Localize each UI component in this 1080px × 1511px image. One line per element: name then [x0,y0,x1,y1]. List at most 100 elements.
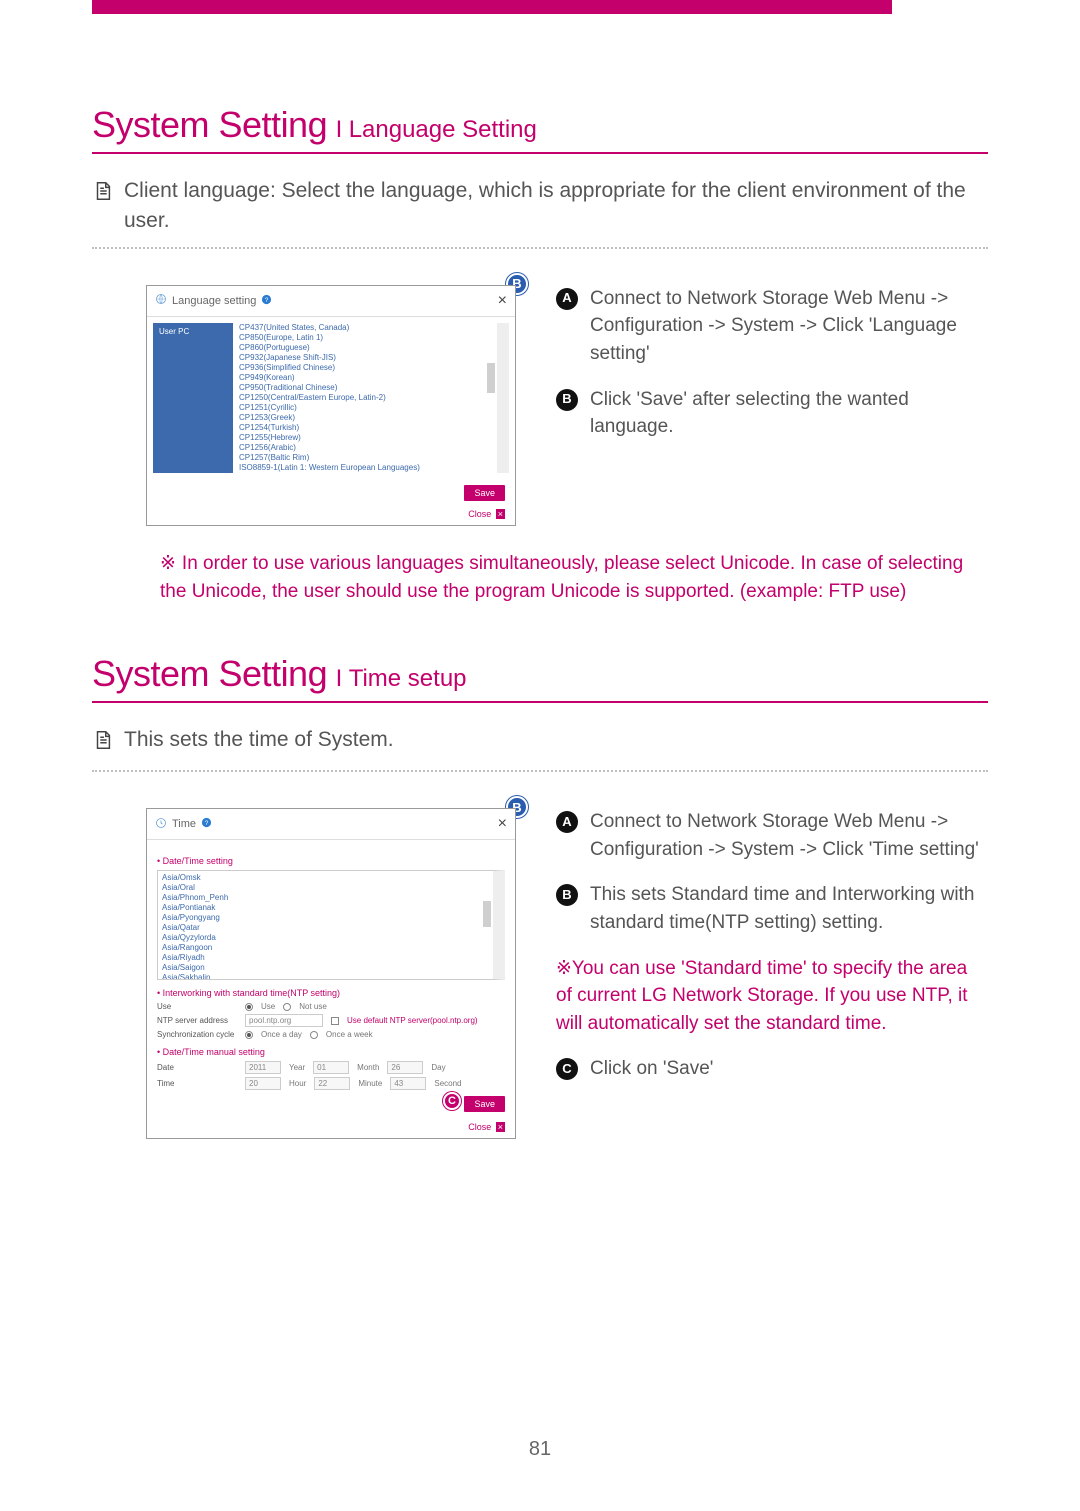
step-a-text: Connect to Network Storage Web Menu -> C… [590,808,988,863]
list-item[interactable]: Asia/Oral [162,883,489,893]
language-list[interactable]: CP437(United States, Canada) CP850(Europ… [239,323,509,473]
time-note: ※You can use 'Standard time' to specify … [556,955,988,1038]
list-item[interactable]: Asia/Omsk [162,873,489,883]
heading-sub: Time setup [349,665,467,692]
radio-use[interactable] [245,1003,253,1011]
heading-main: System Setting [92,104,327,145]
step-b-badge: B [556,389,578,411]
svg-text:?: ? [265,297,269,304]
list-item[interactable]: Asia/Rangoon [162,943,489,953]
close-icon[interactable]: × [498,292,507,310]
section-header-ntp: • Interworking with standard time(NTP se… [157,988,505,998]
list-item[interactable]: Asia/Saigon [162,963,489,973]
list-item[interactable]: CP950(Traditional Chinese) [239,383,493,393]
step-a-badge: A [556,288,578,310]
list-item[interactable]: Asia/Qatar [162,923,489,933]
list-item[interactable]: Asia/Pyongyang [162,913,489,923]
heading-sub: Language Setting [349,116,537,143]
heading-divider: I [336,116,343,143]
hour-field[interactable]: 20 [245,1077,281,1090]
close-x-icon[interactable]: × [496,509,505,519]
scrollbar-thumb[interactable] [487,363,495,393]
sidebar-user-pc[interactable]: User PC [153,323,233,473]
close-link[interactable]: Close [468,509,491,519]
step-b: B Click 'Save' after selecting the wante… [556,386,988,441]
header-accent-bar [92,0,892,14]
list-item[interactable]: CP1255(Hebrew) [239,433,493,443]
language-setting-dialog: Language setting ? × User PC CP437(Unite… [146,285,516,526]
list-item[interactable]: CP860(Portuguese) [239,343,493,353]
time-label: Time [157,1079,237,1088]
list-item[interactable]: CP1257(Baltic Rim) [239,453,493,463]
ntp-server-field[interactable]: pool.ntp.org [245,1014,323,1027]
timezone-list[interactable]: Asia/Omsk Asia/Oral Asia/Phnom_Penh Asia… [157,870,505,980]
step-c-text: Click on 'Save' [590,1055,713,1083]
reference-mark-icon: ※ [160,553,176,574]
globe-icon [155,293,167,308]
list-item[interactable]: CP949(Korean) [239,373,493,383]
list-item[interactable]: Asia/Pontianak [162,903,489,913]
list-item[interactable]: CP936(Simplified Chinese) [239,363,493,373]
intro-time: This sets the time of System. [92,725,988,760]
list-item[interactable]: CP1250(Central/Eastern Europe, Latin-2) [239,393,493,403]
list-item[interactable]: Asia/Riyadh [162,953,489,963]
list-item[interactable]: Asia/Qyzylorda [162,933,489,943]
default-ntp-label: Use default NTP server(pool.ntp.org) [347,1016,478,1025]
page-number: 81 [0,1438,1080,1461]
radio-not-use[interactable] [283,1003,291,1011]
list-item[interactable]: ISO8859-1(Latin 1: Western European Lang… [239,463,493,473]
dotted-divider [92,247,988,249]
step-a-badge: A [556,811,578,833]
step-a: A Connect to Network Storage Web Menu ->… [556,808,988,863]
help-icon[interactable]: ? [261,294,272,308]
marker-c-icon: C [443,1092,461,1110]
step-b-badge: B [556,884,578,906]
list-item[interactable]: CP1253(Greek) [239,413,493,423]
list-item[interactable]: CP1254(Turkish) [239,423,493,433]
radio-once-a-week[interactable] [310,1031,318,1039]
default-ntp-checkbox[interactable] [331,1017,339,1025]
document-icon [92,180,114,237]
dialog-title: Language setting [172,295,256,307]
minute-field[interactable]: 22 [314,1077,350,1090]
list-item[interactable]: CP1256(Arabic) [239,443,493,453]
list-item[interactable]: CP850(Europe, Latin 1) [239,333,493,343]
radio-once-a-day[interactable] [245,1031,253,1039]
month-field[interactable]: 01 [313,1061,349,1074]
intro-text: This sets the time of System. [124,725,394,760]
sync-label: Synchronization cycle [157,1030,237,1039]
document-icon [92,729,114,760]
save-button[interactable]: Save [464,1096,505,1112]
second-field[interactable]: 43 [390,1077,426,1090]
close-icon[interactable]: × [498,815,507,833]
list-item[interactable]: CP932(Japanese Shift-JIS) [239,353,493,363]
note-text: In order to use various languages simult… [160,553,963,603]
dotted-divider [92,770,988,772]
list-item[interactable]: CP437(United States, Canada) [239,323,493,333]
section-header-datetime: • Date/Time setting [157,856,505,866]
heading-language: System Setting I Language Setting [92,104,988,154]
note-text: You can use 'Standard time' to specify t… [556,958,968,1034]
year-field[interactable]: 2011 [245,1061,281,1074]
intro-text: Client language: Select the language, wh… [124,176,988,237]
ntp-label: NTP server address [157,1016,237,1025]
list-item[interactable]: CP1251(Cyrillic) [239,403,493,413]
scrollbar-thumb[interactable] [483,901,491,927]
day-field[interactable]: 26 [387,1061,423,1074]
save-button[interactable]: Save [464,485,505,501]
date-label: Date [157,1063,237,1072]
dialog-title: Time [172,818,196,830]
list-item[interactable]: Asia/Sakhalin [162,973,489,980]
step-a-text: Connect to Network Storage Web Menu -> C… [590,285,988,368]
svg-text:?: ? [205,820,209,827]
step-b-text: This sets Standard time and Interworking… [590,881,988,936]
section-header-manual: • Date/Time manual setting [157,1047,505,1057]
list-item[interactable]: Asia/Phnom_Penh [162,893,489,903]
help-icon[interactable]: ? [201,817,212,831]
step-c: C Click on 'Save' [556,1055,988,1083]
sidebar-label: User PC [159,327,189,336]
close-x-icon[interactable]: × [496,1122,505,1132]
intro-language: Client language: Select the language, wh… [92,176,988,237]
heading-main: System Setting [92,653,327,694]
close-link[interactable]: Close [468,1122,491,1132]
